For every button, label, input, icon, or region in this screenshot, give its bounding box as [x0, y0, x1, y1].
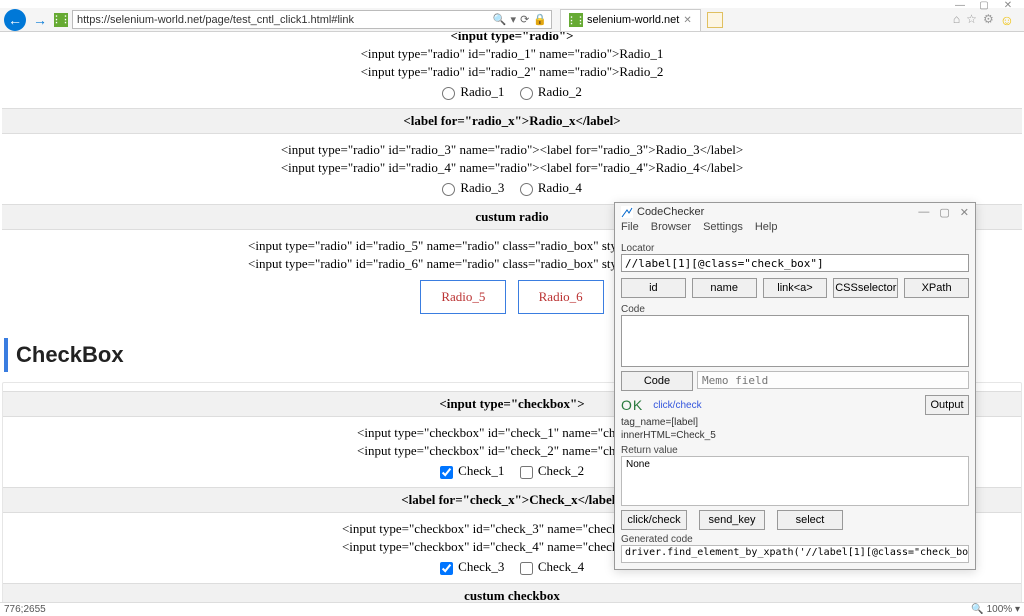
- lock-icon: 🔒: [533, 13, 547, 26]
- browser-tab[interactable]: ⋮⋮ selenium-world.net ✕: [560, 9, 701, 31]
- name-button[interactable]: name: [692, 278, 757, 298]
- zoom-label[interactable]: 🔍 100% ▾: [971, 604, 1020, 615]
- window-titlebar: — ▢ ✕: [0, 0, 1024, 8]
- smile-icon[interactable]: ☺: [1000, 12, 1014, 28]
- locator-label: Locator: [621, 243, 969, 254]
- forward-button[interactable]: →: [30, 10, 50, 30]
- radio-6-button[interactable]: Radio_6: [518, 280, 604, 314]
- code-textarea[interactable]: [621, 315, 969, 367]
- url-text: https://selenium-world.net/page/test_cnt…: [77, 14, 354, 26]
- ok-status: OK: [621, 397, 643, 413]
- innerhtml-info: innerHTML=Check_5: [621, 430, 969, 441]
- dialog-menu: File Browser Settings Help: [615, 221, 975, 237]
- refresh-icon[interactable]: ⟳: [520, 13, 529, 26]
- address-bar[interactable]: https://selenium-world.net/page/test_cnt…: [72, 10, 552, 29]
- ok-substatus: click/check: [653, 400, 701, 411]
- url-controls: 🔍▾ ⟳ 🔒: [493, 13, 547, 26]
- favorites-icon[interactable]: ☆: [966, 12, 977, 28]
- tagname-info: tag_name=[label]: [621, 417, 969, 428]
- page-body: <input type="radio"> <input type="radio"…: [0, 32, 1024, 602]
- check-1[interactable]: Check_1: [440, 463, 504, 478]
- close-icon[interactable]: ✕: [996, 0, 1020, 11]
- return-box[interactable]: None: [621, 456, 969, 506]
- code-snippet: <input type="radio" id="radio_2" name="r…: [2, 64, 1022, 80]
- code-snippet: <input type="radio" id="radio_4" name="r…: [2, 160, 1022, 176]
- code-label: Code: [621, 304, 969, 315]
- radio-4[interactable]: Radio_4: [520, 180, 582, 195]
- code-snippet: <input type="radio" id="radio_1" name="r…: [2, 46, 1022, 62]
- search-icon[interactable]: 🔍: [493, 13, 507, 26]
- generated-label: Generated code: [621, 534, 969, 545]
- dialog-close-icon[interactable]: ✕: [960, 206, 969, 219]
- dialog-title: CodeChecker: [637, 206, 704, 218]
- dialog-minimize-icon[interactable]: —: [918, 206, 929, 219]
- back-button[interactable]: ←: [4, 9, 26, 31]
- generated-code-output[interactable]: driver.find_element_by_xpath('//label[1]…: [621, 545, 969, 563]
- clickcheck-button[interactable]: click/check: [621, 510, 687, 530]
- tab-close-icon[interactable]: ✕: [683, 15, 691, 26]
- id-button[interactable]: id: [621, 278, 686, 298]
- memo-input[interactable]: [697, 371, 969, 389]
- browser-toolbar: ← → ⋮⋮ https://selenium-world.net/page/t…: [0, 8, 1024, 32]
- check-2[interactable]: Check_2: [520, 463, 584, 478]
- return-label: Return value: [621, 445, 969, 456]
- tab-label: selenium-world.net: [587, 14, 679, 26]
- dialog-maximize-icon[interactable]: ▢: [939, 206, 949, 219]
- status-coords: 776;2655: [4, 604, 46, 615]
- app-icon: [621, 206, 633, 218]
- tab-favicon: ⋮⋮: [569, 13, 583, 27]
- output-button[interactable]: Output: [925, 395, 969, 415]
- status-bar: 776;2655 🔍 100% ▾: [0, 602, 1024, 616]
- maximize-icon[interactable]: ▢: [972, 0, 996, 11]
- code-button[interactable]: Code: [621, 371, 693, 391]
- menu-browser[interactable]: Browser: [651, 221, 691, 237]
- locator-input[interactable]: [621, 254, 969, 272]
- code-snippet: <input type="radio" id="radio_3" name="r…: [2, 142, 1022, 158]
- codechecker-dialog: CodeChecker — ▢ ✕ File Browser Settings …: [614, 202, 976, 570]
- link-button[interactable]: link<a>: [763, 278, 828, 298]
- menu-file[interactable]: File: [621, 221, 639, 237]
- sendkey-button[interactable]: send_key: [699, 510, 765, 530]
- check-4[interactable]: Check_4: [520, 559, 584, 574]
- code-snippet: <input type="radio">: [2, 32, 1022, 44]
- check-3[interactable]: Check_3: [440, 559, 504, 574]
- radio-1[interactable]: Radio_1: [442, 84, 504, 99]
- new-tab-button[interactable]: [707, 12, 723, 28]
- menu-help[interactable]: Help: [755, 221, 778, 237]
- radio-5-button[interactable]: Radio_5: [420, 280, 506, 314]
- radio-2[interactable]: Radio_2: [520, 84, 582, 99]
- section-head: <label for="radio_x">Radio_x</label>: [2, 108, 1022, 134]
- select-button[interactable]: select: [777, 510, 843, 530]
- settings-icon[interactable]: ⚙: [983, 12, 994, 28]
- minimize-icon[interactable]: —: [948, 0, 972, 11]
- css-button[interactable]: CSSselector: [833, 278, 898, 298]
- section-head: custum checkbox: [3, 583, 1021, 602]
- dialog-titlebar[interactable]: CodeChecker — ▢ ✕: [615, 203, 975, 221]
- home-icon[interactable]: ⌂: [953, 12, 960, 28]
- site-favicon: ⋮⋮: [54, 13, 68, 27]
- radio-3[interactable]: Radio_3: [442, 180, 504, 195]
- menu-settings[interactable]: Settings: [703, 221, 743, 237]
- xpath-button[interactable]: XPath: [904, 278, 969, 298]
